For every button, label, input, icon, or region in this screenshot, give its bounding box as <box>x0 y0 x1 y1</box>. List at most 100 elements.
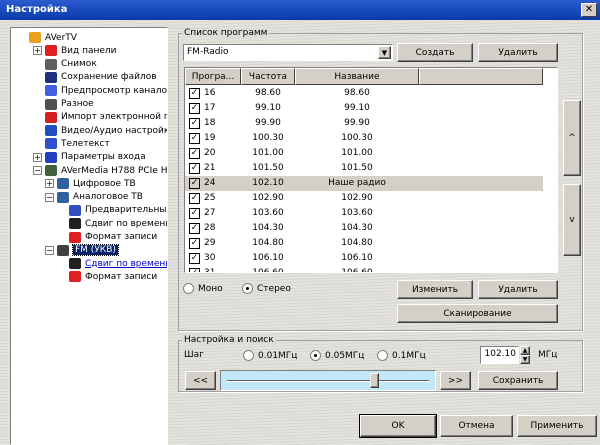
expander-icon[interactable]: − <box>45 245 54 255</box>
delete-list-button[interactable]: Удалить <box>478 43 558 62</box>
tree-item[interactable]: Телетекст <box>45 137 110 150</box>
expander-icon[interactable]: − <box>45 192 54 202</box>
stereo-radio[interactable]: Стерео <box>242 283 291 294</box>
table-row[interactable]: ✓ 18 99.90 99.90 <box>185 116 543 131</box>
radio-mono[interactable] <box>183 283 194 294</box>
row-checkbox[interactable]: ✓ <box>189 223 200 234</box>
input-icon <box>45 151 57 163</box>
tree-item[interactable]: Снимок <box>45 58 97 71</box>
row-checkbox[interactable]: ✓ <box>189 208 200 219</box>
prev-button[interactable]: << <box>185 371 216 390</box>
table-row[interactable]: ✓ 28 104.30 104.30 <box>185 221 543 236</box>
program-number: 20 <box>204 148 216 158</box>
row-checkbox[interactable]: ✓ <box>189 88 200 99</box>
row-checkbox[interactable]: ✓ <box>189 148 200 159</box>
col-name[interactable]: Название <box>295 68 419 85</box>
edit-button[interactable]: Изменить <box>397 280 473 299</box>
delete-program-button[interactable]: Удалить <box>478 280 558 299</box>
program-number: 19 <box>204 133 216 143</box>
program-table[interactable]: Програ... Частота Название ✓ 16 98.60 98… <box>184 67 558 273</box>
tree-item-label: Аналоговое ТВ <box>73 192 143 203</box>
table-row[interactable]: ✓ 25 102.90 102.90 <box>185 191 543 206</box>
move-down-button[interactable]: v <box>563 184 581 256</box>
radio-stereo[interactable] <box>242 283 253 294</box>
program-number: 30 <box>204 253 216 263</box>
step-001-radio[interactable]: 0.01МГц <box>243 350 297 361</box>
row-checkbox[interactable]: ✓ <box>189 193 200 204</box>
table-row[interactable]: ✓ 29 104.80 104.80 <box>185 236 543 251</box>
cancel-button[interactable]: Отмена <box>440 415 513 437</box>
col-frequency[interactable]: Частота <box>241 68 295 85</box>
table-row[interactable]: ✓ 19 100.30 100.30 <box>185 131 543 146</box>
col-program[interactable]: Програ... <box>185 68 241 85</box>
expander-icon[interactable]: + <box>33 152 42 162</box>
tree-item[interactable]: Предварительный <box>69 204 167 217</box>
name-cell: 106.60 <box>341 268 373 273</box>
move-up-button[interactable]: ^ <box>563 100 581 176</box>
tree-item[interactable]: Формат записи <box>69 270 157 283</box>
close-button[interactable]: ✕ <box>581 3 597 17</box>
unit-label: МГц <box>538 350 558 360</box>
tree-item[interactable]: Сохранение файлов <box>45 71 157 84</box>
save-button[interactable]: Сохранить <box>478 371 558 390</box>
name-cell: 102.90 <box>341 193 373 203</box>
radio-step[interactable] <box>310 350 321 361</box>
row-checkbox[interactable]: ✓ <box>189 118 200 129</box>
tree-item[interactable]: Сдвиг по времени <box>69 217 167 230</box>
table-row[interactable]: ✓ 31 106.60 106.60 <box>185 266 543 273</box>
name-cell: 104.30 <box>341 223 373 233</box>
radio-step[interactable] <box>377 350 388 361</box>
tree-item-label: Сохранение файлов <box>61 72 157 83</box>
tree-item[interactable]: − FM (УКВ) <box>45 244 119 257</box>
tree-item[interactable]: AVerTV <box>29 31 77 44</box>
tree-item[interactable]: Предпросмотр каналов <box>45 84 167 97</box>
mono-radio[interactable]: Моно <box>183 283 223 294</box>
row-checkbox[interactable]: ✓ <box>189 103 200 114</box>
tree-item[interactable]: Импорт электронной прог <box>45 111 167 124</box>
tree-item[interactable]: + Цифровое ТВ <box>45 177 136 190</box>
step-01-radio[interactable]: 0.1МГц <box>377 350 426 361</box>
tree-item[interactable]: Сдвиг по времени <box>69 257 167 270</box>
table-row[interactable]: ✓ 30 106.10 106.10 <box>185 251 543 266</box>
table-row[interactable]: ✓ 17 99.10 99.10 <box>185 101 543 116</box>
program-list-combo[interactable]: FM-Radio ▼ <box>183 44 393 61</box>
expander-icon[interactable]: + <box>33 46 42 56</box>
row-checkbox[interactable]: ✓ <box>189 238 200 249</box>
row-checkbox[interactable]: ✓ <box>189 178 200 189</box>
row-checkbox[interactable]: ✓ <box>189 133 200 144</box>
table-row[interactable]: ✓ 27 103.60 103.60 <box>185 206 543 221</box>
tree-item[interactable]: Видео/Аудио настройки <box>45 124 168 137</box>
settings-tree[interactable]: AVerTV + Вид панели Снимок Сохранение файлов… <box>10 27 168 445</box>
col-extra[interactable] <box>419 68 543 85</box>
next-button[interactable]: >> <box>440 371 471 390</box>
row-checkbox[interactable]: ✓ <box>189 268 200 272</box>
expander-icon[interactable]: + <box>45 179 54 189</box>
apply-button[interactable]: Применить <box>517 415 597 437</box>
tree-item[interactable]: + Вид панели <box>33 44 117 57</box>
spin-up-icon[interactable]: ▲ <box>520 346 530 355</box>
tree-item[interactable]: − AVerMedia H788 PCIe Hybi <box>33 164 167 177</box>
row-checkbox[interactable]: ✓ <box>189 253 200 264</box>
step-005-radio[interactable]: 0.05МГц <box>310 350 364 361</box>
table-row[interactable]: ✓ 16 98.60 98.60 <box>185 86 543 101</box>
radio-step[interactable] <box>243 350 254 361</box>
expander-icon[interactable]: − <box>33 166 42 175</box>
scan-button[interactable]: Сканирование <box>397 304 558 323</box>
tree-item[interactable]: Разное <box>45 98 94 111</box>
spin-down-icon[interactable]: ▼ <box>520 355 530 364</box>
table-row[interactable]: ✓ 24 102.10 Наше радио <box>185 176 543 191</box>
slider-thumb[interactable] <box>370 373 380 388</box>
table-row[interactable]: ✓ 20 101.00 101.00 <box>185 146 543 161</box>
tree-item[interactable]: − Аналоговое ТВ <box>45 191 143 204</box>
tree-item[interactable]: + Параметры входа <box>33 151 146 164</box>
frequency-slider[interactable] <box>220 370 436 391</box>
tree-item-label: Видео/Аудио настройки <box>61 125 168 136</box>
chevron-down-icon[interactable]: ▼ <box>378 46 391 59</box>
ok-button[interactable]: OK <box>359 414 437 438</box>
tree-item[interactable]: Формат записи <box>69 231 157 244</box>
create-button[interactable]: Создать <box>397 43 473 62</box>
frequency-input[interactable]: 102.10 <box>480 346 519 364</box>
record-icon <box>69 271 81 283</box>
row-checkbox[interactable]: ✓ <box>189 163 200 174</box>
table-row[interactable]: ✓ 21 101.50 101.50 <box>185 161 543 176</box>
